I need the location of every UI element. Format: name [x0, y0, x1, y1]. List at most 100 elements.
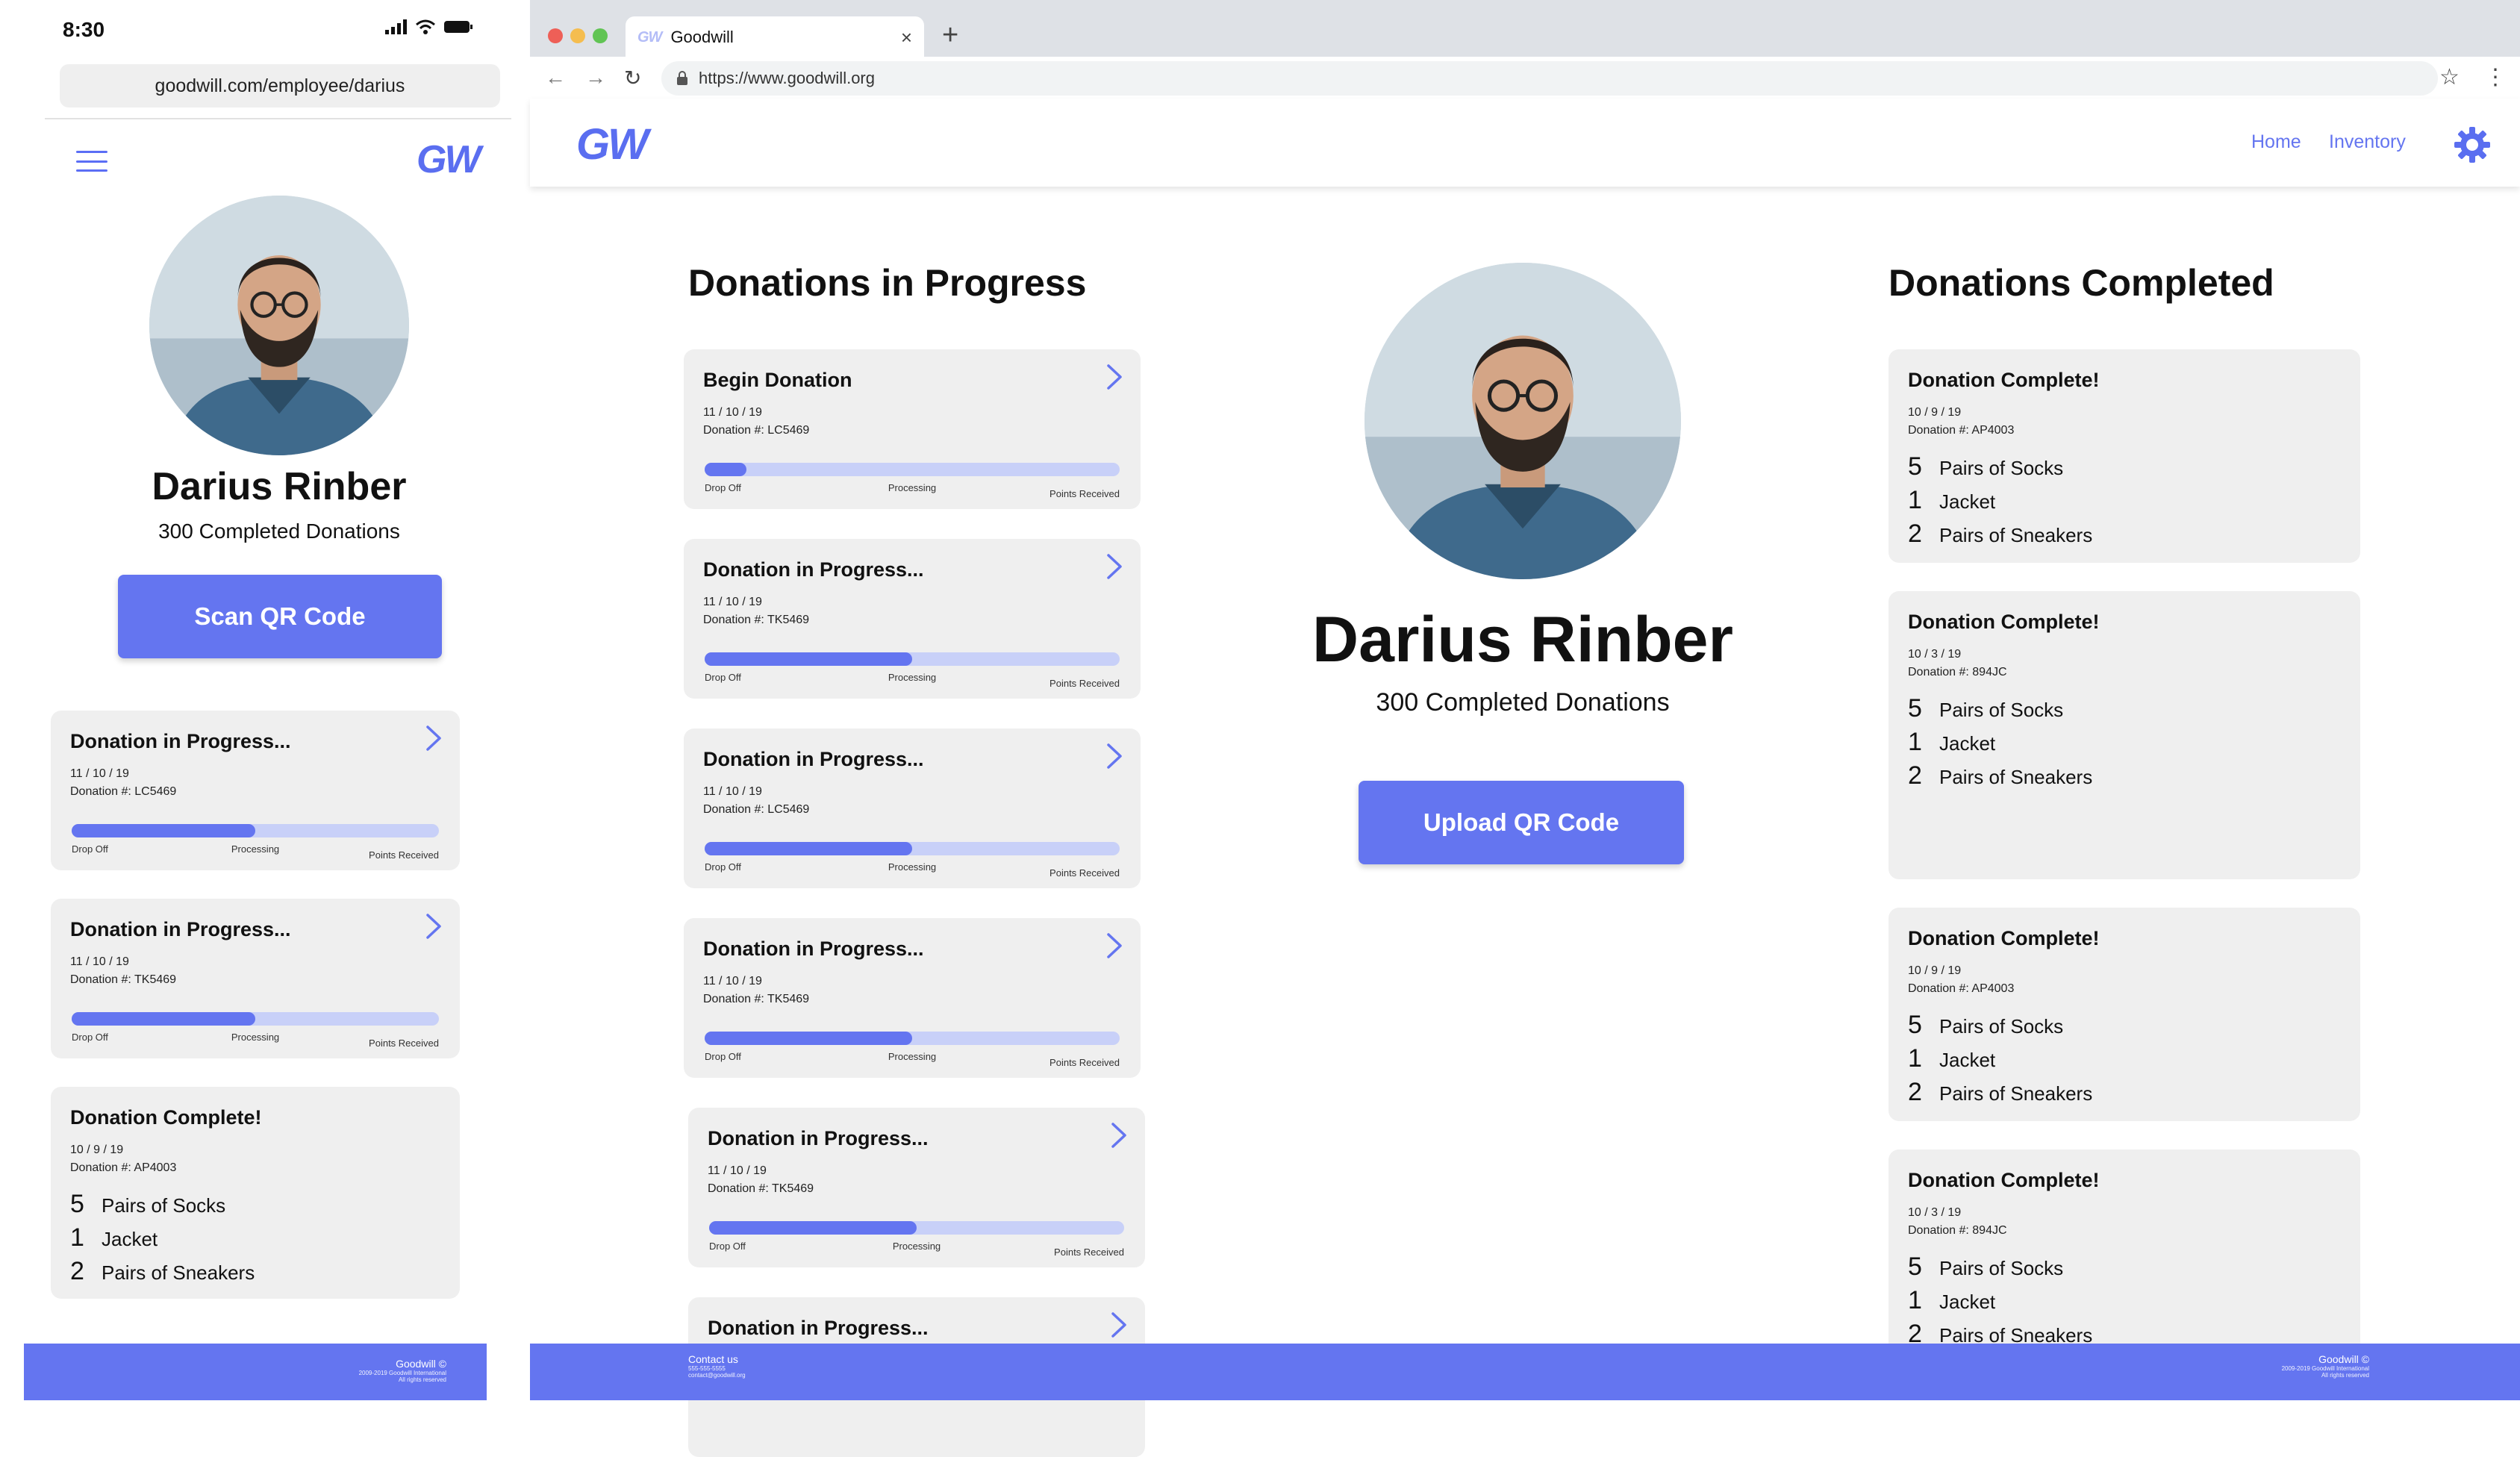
- list-item: 1 Jacket: [1908, 1044, 2092, 1078]
- goodwill-logo[interactable]: GW: [576, 119, 649, 169]
- card-date: 10 / 9 / 19: [1908, 964, 1962, 977]
- progress-label-points: Points Received: [1050, 488, 1120, 499]
- mobile-footer: Goodwill © 2009-2019 Goodwill Internatio…: [24, 1344, 487, 1400]
- progress-fill: [72, 1012, 255, 1026]
- item-name: Jacket: [102, 1228, 158, 1250]
- progress-label-points: Points Received: [1050, 1057, 1120, 1068]
- item-list: 5 Pairs of Socks 1 Jacket 2 Pairs of Sneake…: [1908, 1252, 2092, 1353]
- completed-donation-card[interactable]: Donation Complete! 10 / 9 / 19 Donation …: [1889, 908, 2360, 1121]
- employee-name: Darius Rinber: [1312, 604, 1733, 676]
- card-title: Donation in Progress...: [708, 1317, 929, 1339]
- maximize-window-icon[interactable]: [593, 28, 608, 43]
- list-item: 5 Pairs of Socks: [1908, 452, 2092, 486]
- footer-rights: All rights reserved: [398, 1376, 446, 1383]
- chevron-right-icon[interactable]: [1109, 1311, 1129, 1339]
- minimize-window-icon[interactable]: [570, 28, 585, 43]
- chevron-right-icon[interactable]: [1105, 742, 1124, 770]
- list-item: 1 Jacket: [1908, 486, 2092, 520]
- close-window-icon[interactable]: [548, 28, 563, 43]
- reload-icon[interactable]: ↻: [624, 66, 641, 90]
- footer-phone: 555-555-5555: [688, 1365, 726, 1372]
- donation-card[interactable]: Donation in Progress... 11 / 10 / 19 Don…: [684, 728, 1141, 888]
- item-name: Pairs of Socks: [1939, 1257, 2064, 1279]
- completed-donation-card[interactable]: Donation Complete! 10 / 9 / 19 Donation …: [1889, 349, 2360, 563]
- chevron-right-icon[interactable]: [1105, 932, 1124, 960]
- card-title: Donation Complete!: [1908, 927, 2100, 949]
- favicon-text: GW: [637, 28, 662, 46]
- back-icon[interactable]: ←: [545, 66, 566, 90]
- item-qty: 1: [1908, 1044, 1922, 1073]
- desktop-browser: GW Goodwill × + ← → ↻ https://www.goodwi…: [530, 0, 2520, 1457]
- nav-home[interactable]: Home: [2251, 131, 2301, 153]
- donation-card[interactable]: Donation in Progress... 11 / 10 / 19 Don…: [684, 539, 1141, 699]
- completed-count: 300 Completed Donations: [1376, 688, 1670, 717]
- progress-fill: [705, 463, 746, 476]
- menu-icon[interactable]: [76, 151, 107, 172]
- scan-qr-button[interactable]: Scan QR Code: [118, 575, 442, 658]
- card-title: Donation in Progress...: [708, 1127, 929, 1149]
- donation-card[interactable]: Donation in Progress... 11 / 10 / 19 Don…: [51, 899, 460, 1058]
- card-title: Donation in Progress...: [703, 748, 924, 770]
- donation-card[interactable]: Donation in Progress... 11 / 10 / 19 Don…: [684, 918, 1141, 1078]
- donation-number: Donation #: AP4003: [70, 1161, 177, 1174]
- donation-card[interactable]: Donation in Progress... 11 / 10 / 19 Don…: [51, 711, 460, 870]
- site-header: [530, 99, 2520, 187]
- address-bar[interactable]: https://www.goodwill.org: [661, 61, 2438, 96]
- in-progress-heading: Donations in Progress: [688, 262, 1087, 304]
- list-item: 2 Pairs of Sneakers: [1908, 1078, 2092, 1111]
- item-qty: 5: [1908, 694, 1922, 723]
- goodwill-logo[interactable]: GW: [417, 137, 481, 182]
- forward-icon[interactable]: →: [585, 66, 606, 90]
- logo-text: GW: [576, 120, 649, 169]
- close-tab-icon[interactable]: ×: [901, 26, 912, 49]
- chevron-right-icon[interactable]: [424, 912, 443, 940]
- card-date: 11 / 10 / 19: [703, 406, 762, 419]
- chevron-right-icon[interactable]: [424, 724, 443, 752]
- donation-number: Donation #: LC5469: [703, 803, 810, 816]
- card-title: Donation Complete!: [1908, 1169, 2100, 1191]
- item-name: Pairs of Socks: [1939, 699, 2064, 721]
- item-name: Jacket: [1939, 490, 1996, 513]
- completed-donation-card[interactable]: Donation Complete! 10 / 3 / 19 Donation …: [1889, 1149, 2360, 1363]
- browser-tab[interactable]: GW Goodwill ×: [626, 16, 924, 58]
- progress-fill: [705, 1032, 912, 1045]
- more-menu-icon[interactable]: ⋮: [2484, 64, 2507, 90]
- list-item: 1 Jacket: [1908, 728, 2092, 761]
- donation-number: Donation #: TK5469: [70, 973, 177, 986]
- item-name: Pairs of Sneakers: [1939, 766, 2093, 788]
- mobile-url-bar[interactable]: goodwill.com/employee/darius: [60, 64, 500, 107]
- item-name: Pairs of Sneakers: [1939, 1082, 2093, 1105]
- new-tab-icon[interactable]: +: [942, 19, 958, 52]
- bookmark-star-icon[interactable]: ☆: [2439, 64, 2460, 90]
- item-list: 5 Pairs of Socks 1 Jacket 2 Pairs of Sneake…: [1908, 694, 2092, 795]
- progress-fill: [72, 824, 255, 837]
- completed-donation-card[interactable]: Donation Complete! 10 / 3 / 19 Donation …: [1889, 591, 2360, 879]
- url-text: https://www.goodwill.org: [699, 69, 875, 87]
- tab-title: Goodwill: [670, 28, 734, 46]
- item-qty: 2: [1908, 761, 1922, 790]
- footer-email[interactable]: contact@goodwill.org: [688, 1372, 746, 1379]
- item-qty: 5: [1908, 1011, 1922, 1039]
- card-date: 11 / 10 / 19: [70, 955, 129, 968]
- chevron-right-icon[interactable]: [1109, 1121, 1129, 1149]
- footer-contact-link[interactable]: Contact us: [688, 1354, 746, 1365]
- donation-card[interactable]: Begin Donation 11 / 10 / 19 Donation #: …: [684, 349, 1141, 509]
- card-title: Donation in Progress...: [703, 558, 924, 581]
- item-qty: 5: [1908, 452, 1922, 481]
- progress-bar: [705, 842, 1120, 855]
- card-date: 10 / 3 / 19: [1908, 1206, 1962, 1219]
- upload-qr-button[interactable]: Upload QR Code: [1359, 781, 1684, 864]
- progress-fill: [705, 842, 912, 855]
- gear-icon[interactable]: [2454, 127, 2490, 163]
- chevron-right-icon[interactable]: [1105, 363, 1124, 391]
- nav-inventory[interactable]: Inventory: [2329, 131, 2406, 153]
- item-name: Pairs of Sneakers: [102, 1261, 255, 1284]
- donation-number: Donation #: 894JC: [1908, 1224, 2007, 1237]
- item-qty: 5: [70, 1190, 84, 1218]
- completed-donation-card[interactable]: Donation Complete! 10 / 9 / 19 Donation …: [51, 1087, 460, 1299]
- item-qty: 5: [1908, 1252, 1922, 1281]
- donation-number: Donation #: TK5469: [708, 1182, 814, 1195]
- item-name: Pairs of Socks: [1939, 457, 2064, 479]
- chevron-right-icon[interactable]: [1105, 552, 1124, 581]
- donation-card[interactable]: Donation in Progress... 11 / 10 / 19 Don…: [688, 1108, 1145, 1267]
